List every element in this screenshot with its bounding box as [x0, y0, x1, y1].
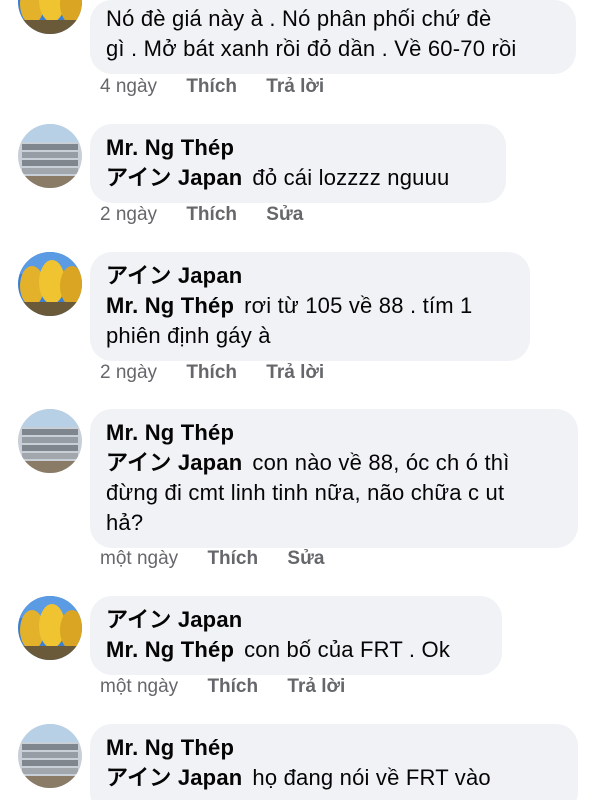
like-button[interactable]: Thích — [186, 362, 237, 383]
edit-button[interactable]: Sửa — [266, 204, 303, 225]
comment-timestamp: 2 ngày — [100, 362, 158, 383]
comment-author[interactable]: Mr. Ng Thép — [106, 418, 562, 448]
comment-actions: 2 ngày Thích Sửa — [100, 203, 327, 227]
avatar[interactable] — [18, 724, 82, 788]
comment-text-line: アイン Japan đỏ cái lozzzz nguuu — [106, 163, 490, 193]
comment-bubble: アイン Japan Mr. Ng Thép con bố của FRT . Ok — [90, 596, 502, 675]
comment-text-line: Nó đè giá này à . Nó phân phối chứ đè — [106, 6, 492, 31]
avatar[interactable] — [18, 124, 82, 188]
avatar[interactable] — [18, 596, 82, 660]
like-button[interactable]: Thích — [186, 204, 237, 225]
avatar[interactable] — [18, 252, 82, 316]
comment-text-line: Mr. Ng Thép con bố của FRT . Ok — [106, 635, 486, 665]
comment-author[interactable]: Mr. Ng Thép — [106, 733, 562, 763]
comment-actions: 4 ngày Thích Trả lời — [100, 75, 348, 99]
comment-text: rơi từ 105 về 88 . tím 1 — [244, 293, 473, 318]
comment-actions: một ngày Thích Sửa — [100, 547, 348, 571]
comment-text-line: hả? — [106, 510, 144, 535]
comment-text-line: アイン Japan con nào về 88, óc ch ó thì — [106, 448, 562, 478]
steel-pipes-icon — [18, 409, 82, 473]
autumn-trees-icon — [18, 252, 82, 316]
steel-pipes-icon — [18, 124, 82, 188]
steel-pipes-icon — [18, 724, 82, 788]
mention-tag[interactable]: アイン Japan — [106, 765, 242, 790]
mention-tag[interactable]: Mr. Ng Thép — [106, 293, 234, 318]
autumn-trees-icon — [18, 596, 82, 660]
mention-tag[interactable]: Mr. Ng Thép — [106, 637, 234, 662]
comment-bubble: Mr. Ng Thép アイン Japan họ đang nói về FRT … — [90, 724, 578, 800]
comment-actions: một ngày Thích Trả lời — [100, 675, 369, 699]
reply-button[interactable]: Trả lời — [266, 362, 324, 383]
comment-text-line: アイン Japan họ đang nói về FRT vào — [106, 763, 562, 793]
comment-text: con nào về 88, óc ch ó thì — [252, 450, 510, 475]
autumn-trees-icon — [18, 0, 82, 34]
comment-timestamp: một ngày — [100, 548, 179, 569]
comment-text: đỏ cái lozzzz nguuu — [252, 165, 450, 190]
comment-timestamp: 2 ngày — [100, 204, 158, 225]
comment-text-line: đừng đi cmt linh tinh nữa, não chữa c ut — [106, 480, 505, 505]
edit-button[interactable]: Sửa — [287, 548, 324, 569]
comment-author[interactable]: アイン Japan — [106, 261, 514, 291]
comment-timestamp: một ngày — [100, 676, 179, 697]
avatar[interactable] — [18, 409, 82, 473]
avatar[interactable] — [18, 0, 82, 34]
comment-bubble: アイン Japan Mr. Ng Thép rơi từ 105 về 88 . … — [90, 252, 530, 361]
comment-bubble: Nó đè giá này à . Nó phân phối chứ đè gì… — [90, 0, 576, 74]
comment-text-line: Mr. Ng Thép rơi từ 105 về 88 . tím 1 — [106, 291, 514, 321]
reply-button[interactable]: Trả lời — [266, 76, 324, 97]
comment-author[interactable]: アイン Japan — [106, 605, 486, 635]
like-button[interactable]: Thích — [207, 548, 258, 569]
comment-text-line: gì . Mở bát xanh rồi đỏ dần . Về 60-70 r… — [106, 36, 517, 61]
comment-timestamp: 4 ngày — [100, 76, 158, 97]
comment-feed: Nó đè giá này à . Nó phân phối chứ đè gì… — [0, 0, 600, 800]
mention-tag[interactable]: アイン Japan — [106, 450, 242, 475]
like-button[interactable]: Thích — [207, 676, 258, 697]
comment-bubble: Mr. Ng Thép アイン Japan con nào về 88, óc c… — [90, 409, 578, 548]
like-button[interactable]: Thích — [186, 76, 237, 97]
mention-tag[interactable]: アイン Japan — [106, 165, 242, 190]
reply-button[interactable]: Trả lời — [287, 676, 345, 697]
comment-text-line: phiên định gáy à — [106, 323, 271, 348]
comment-text: họ đang nói về FRT vào — [252, 765, 491, 790]
comment-bubble: Mr. Ng Thép アイン Japan đỏ cái lozzzz nguuu — [90, 124, 506, 203]
comment-text: con bố của FRT . Ok — [244, 637, 451, 662]
comment-actions: 2 ngày Thích Trả lời — [100, 361, 348, 385]
comment-author[interactable]: Mr. Ng Thép — [106, 133, 490, 163]
